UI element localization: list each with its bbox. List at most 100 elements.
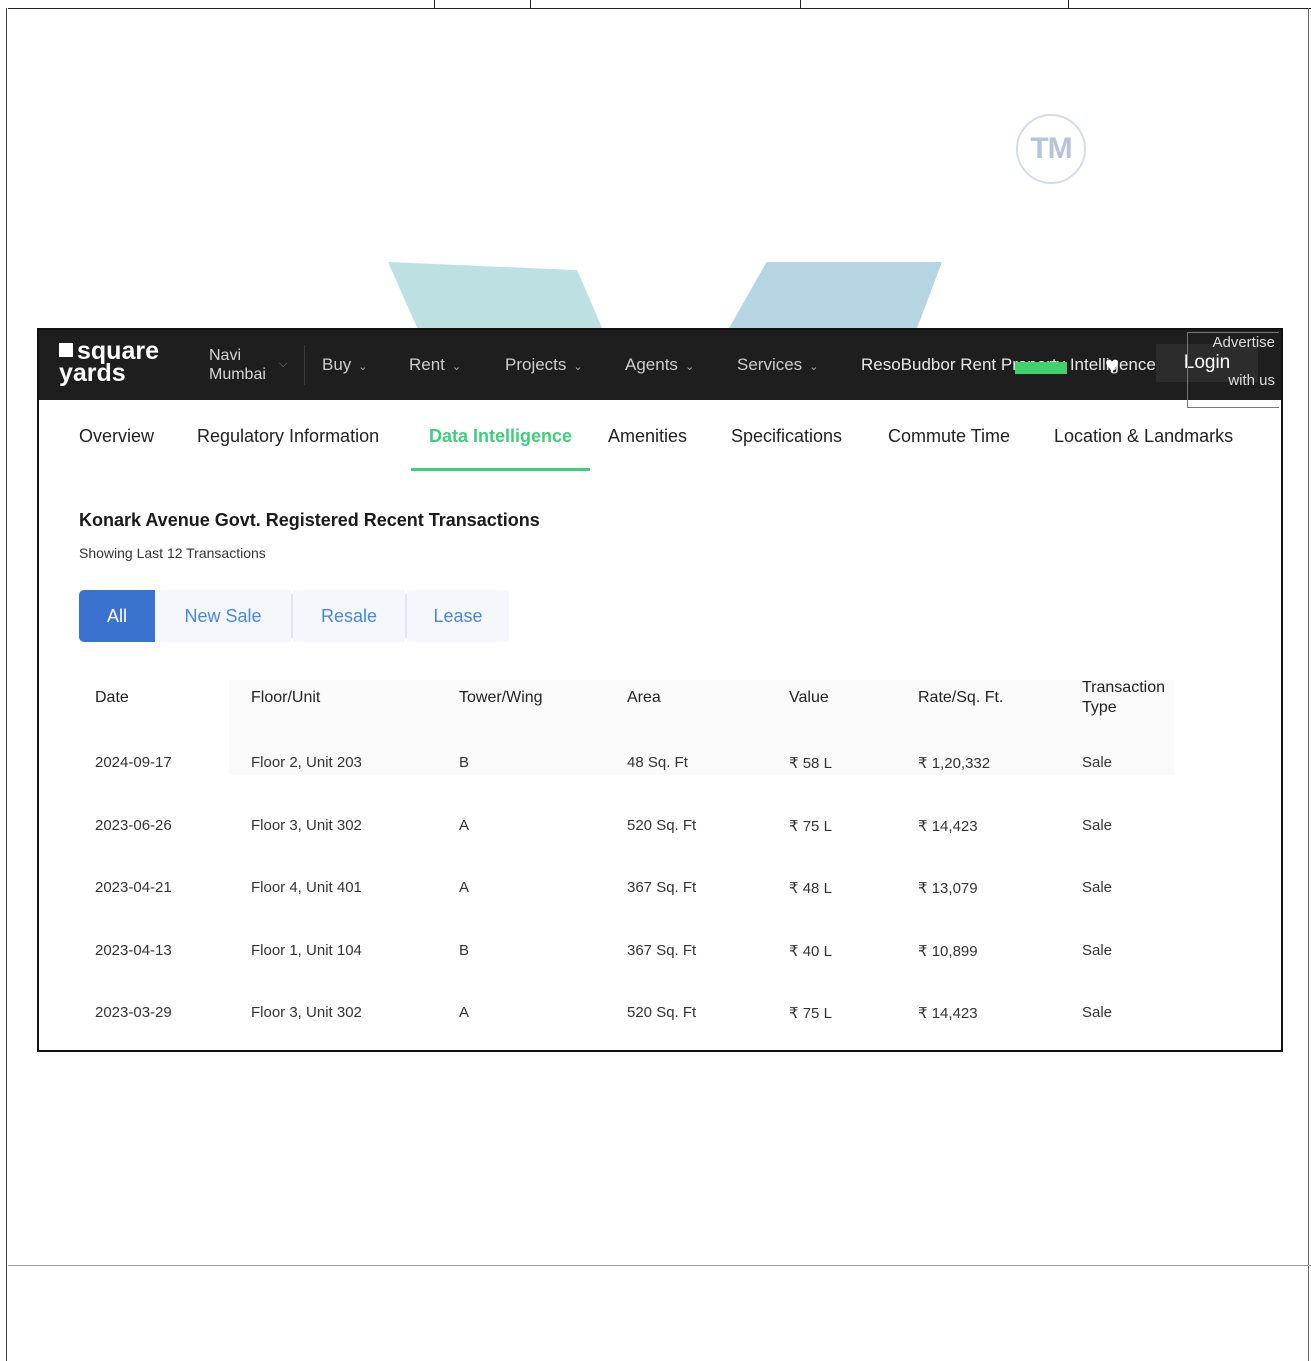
nav-divider [304, 345, 305, 385]
heart-icon[interactable]: ♥ [1105, 354, 1119, 378]
square-yards-logo[interactable]: square yards [59, 339, 159, 387]
nav-services[interactable]: Services ⌄ [737, 355, 818, 375]
section-subtitle: Showing Last 12 Transactions [79, 545, 266, 561]
logo-square-icon [59, 343, 73, 357]
nav-agents[interactable]: Agents ⌄ [625, 355, 694, 375]
cell-tower-wing: B [459, 754, 470, 771]
cell-date: 2023-04-21 [95, 879, 172, 896]
cell-floor-unit: Floor 3, Unit 302 [251, 817, 362, 834]
cell-area: 48 Sq. Ft [627, 754, 688, 771]
chevron-down-icon: ⌄ [451, 361, 462, 373]
city-selector[interactable]: Navi Mumbai [209, 346, 266, 384]
cell-floor-unit: Floor 2, Unit 203 [251, 754, 362, 771]
cell-rate: ₹ 14,423 [918, 818, 978, 835]
advertise-label-bottom: with us [1228, 372, 1275, 389]
chevron-down-icon: ⌄ [809, 361, 819, 373]
table-header-background [229, 680, 1174, 775]
column-divider [434, 0, 435, 8]
cell-tower-wing: A [459, 1004, 470, 1021]
column-divider [530, 0, 531, 8]
nav-projects-label: Projects [505, 355, 567, 374]
column-header-transaction-type: Transaction Type [1082, 679, 1165, 716]
tab-amenities[interactable]: Amenities [608, 426, 687, 447]
cell-value: ₹ 48 L [789, 880, 832, 897]
page-left-border [6, 8, 7, 1361]
cell-rate: ₹ 1,20,332 [918, 755, 991, 772]
cell-rate: ₹ 14,423 [918, 1005, 978, 1022]
nav-rent[interactable]: Rent ⌄ [409, 355, 461, 375]
active-tab-indicator [411, 468, 590, 471]
cell-tower-wing: A [459, 879, 470, 896]
top-navbar: square yards Navi Mumbai ⌵ Buy ⌄ Rent ⌄ Pr… [39, 330, 1281, 408]
nav-rent-label: Rent [409, 355, 445, 374]
trademark-badge: TM [1016, 114, 1086, 184]
cell-transaction-type: Sale [1082, 817, 1113, 834]
page-bottom-rule [8, 1265, 1311, 1266]
logo-text-bottom: yards [59, 359, 126, 387]
cell-floor-unit: Floor 1, Unit 104 [251, 942, 362, 959]
cell-floor-unit: Floor 3, Unit 302 [251, 1004, 362, 1021]
highlight-marker [1015, 362, 1067, 374]
advertise-link[interactable]: Advertise with us [1187, 332, 1279, 408]
city-label-top: Navi [209, 347, 242, 364]
tab-commute-time[interactable]: Commute Time [888, 426, 1010, 447]
screenshot-panel: square yards Navi Mumbai ⌵ Buy ⌄ Rent ⌄ Pr… [37, 328, 1283, 1052]
column-divider [1068, 0, 1069, 8]
cell-date: 2023-04-13 [95, 942, 172, 959]
column-header-tower-wing: Tower/Wing [459, 689, 543, 706]
cell-value: ₹ 40 L [789, 943, 832, 960]
tab-regulatory-information[interactable]: Regulatory Information [197, 426, 379, 447]
transaction-filter-group: All New Sale Resale Lease [79, 590, 509, 642]
filter-resale-button[interactable]: Resale [293, 590, 405, 642]
column-divider [800, 0, 801, 8]
filter-new-sale-button[interactable]: New Sale [155, 590, 291, 642]
filter-lease-button[interactable]: Lease [407, 590, 509, 642]
nav-projects[interactable]: Projects ⌄ [505, 355, 583, 375]
cell-value: ₹ 75 L [789, 1005, 832, 1022]
cell-transaction-type: Sale [1082, 879, 1113, 896]
cell-area: 520 Sq. Ft [627, 817, 697, 834]
cell-date: 2023-06-26 [95, 817, 172, 834]
cell-area: 520 Sq. Ft [627, 1004, 697, 1021]
decorative-shape-left [388, 262, 603, 330]
chevron-down-icon: ⌄ [573, 361, 583, 373]
cell-tower-wing: B [459, 942, 470, 959]
tab-data-intelligence[interactable]: Data Intelligence [429, 426, 572, 447]
cell-value: ₹ 58 L [789, 755, 832, 772]
column-header-floor-unit: Floor/Unit [251, 689, 321, 706]
section-title: Konark Avenue Govt. Registered Recent Tr… [79, 510, 540, 530]
tab-overview[interactable]: Overview [79, 426, 154, 447]
nav-services-label: Services [737, 355, 803, 374]
cell-area: 367 Sq. Ft [627, 879, 697, 896]
chevron-down-icon: ⌄ [684, 361, 695, 373]
filter-all-button[interactable]: All [79, 590, 155, 642]
cell-rate: ₹ 13,079 [918, 880, 978, 897]
section-tabs: Overview Regulatory Information Data Int… [39, 400, 1281, 470]
cell-rate: ₹ 10,899 [918, 943, 978, 960]
nav-buy[interactable]: Buy ⌄ [322, 355, 368, 375]
decorative-shape-right [728, 262, 942, 330]
page-top-border [8, 0, 1311, 9]
cell-tower-wing: A [459, 817, 470, 834]
cell-date: 2024-09-17 [95, 754, 172, 771]
tab-location-landmarks[interactable]: Location & Landmarks [1054, 426, 1233, 447]
cell-transaction-type: Sale [1082, 754, 1113, 771]
column-header-value: Value [789, 689, 829, 706]
cell-date: 2023-03-29 [95, 1004, 172, 1021]
cell-transaction-type: Sale [1082, 1004, 1113, 1021]
column-header-date: Date [95, 689, 129, 706]
cell-area: 367 Sq. Ft [627, 942, 697, 959]
nav-agents-label: Agents [625, 355, 678, 374]
page-right-border [1308, 8, 1309, 1361]
column-header-rate: Rate/Sq. Ft. [918, 689, 1004, 706]
tab-specifications[interactable]: Specifications [731, 426, 842, 447]
advertise-label-top: Advertise [1212, 334, 1275, 351]
cell-floor-unit: Floor 4, Unit 401 [251, 879, 362, 896]
column-header-area: Area [627, 689, 661, 706]
chevron-down-icon: ⌵ [279, 358, 288, 370]
nav-buy-label: Buy [322, 355, 352, 374]
city-label-bottom: Mumbai [209, 366, 266, 383]
cell-transaction-type: Sale [1082, 942, 1113, 959]
chevron-down-icon: ⌄ [358, 361, 368, 373]
cell-value: ₹ 75 L [789, 818, 832, 835]
